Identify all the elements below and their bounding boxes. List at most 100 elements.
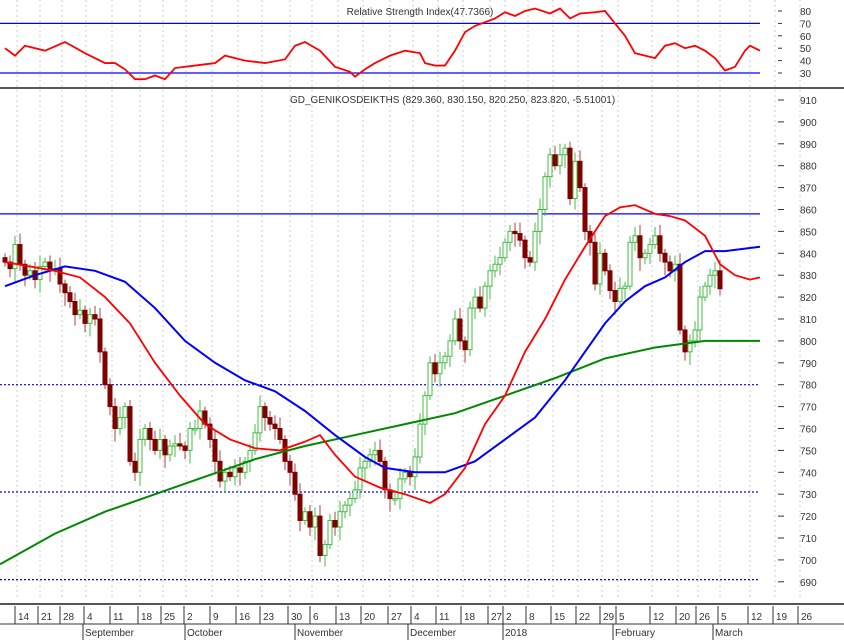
price-tick-label: 870 bbox=[800, 184, 817, 195]
candle-down bbox=[317, 515, 323, 557]
date-tick-label: 27 bbox=[491, 612, 503, 623]
candle-down bbox=[67, 292, 73, 302]
price-axis: 910 900 890 880 870 860 850 840 830 820 810 800 790 7… bbox=[778, 7, 817, 589]
candle-up bbox=[187, 428, 193, 451]
stock-chart: Relative Strength Index(47.7366) GD_GENI… bbox=[0, 0, 844, 640]
date-tick-label: 11 bbox=[439, 612, 450, 623]
date-tick-label: 30 bbox=[291, 612, 303, 623]
candle-up bbox=[542, 176, 548, 210]
date-tick-label: 15 bbox=[554, 612, 566, 623]
price-tick-label: 880 bbox=[800, 162, 817, 173]
candle-down bbox=[637, 235, 643, 259]
date-tick-label: 13 bbox=[339, 612, 351, 623]
date-tick-label: 2 bbox=[187, 612, 193, 623]
candle-up bbox=[257, 406, 263, 434]
price-tick-label: 900 bbox=[800, 118, 817, 129]
price-tick-label: 780 bbox=[800, 381, 817, 392]
price-tick-label: 740 bbox=[800, 468, 817, 479]
candle-down bbox=[377, 449, 383, 462]
candle-down bbox=[82, 309, 88, 324]
candle-up bbox=[537, 209, 543, 232]
rsi-title: Relative Strength Index(47.7366) bbox=[347, 7, 494, 18]
candle-up bbox=[702, 285, 708, 298]
candle-down bbox=[72, 300, 78, 316]
month-label: October bbox=[187, 628, 223, 639]
candle-up bbox=[397, 478, 403, 500]
candle-down bbox=[272, 423, 278, 429]
candle-down bbox=[677, 263, 683, 331]
candle-down bbox=[407, 471, 413, 478]
candle-down bbox=[682, 329, 688, 353]
price-title: GD_GENIKOSDEIKTHS (829.360, 830.150, 820… bbox=[290, 95, 615, 106]
candle-down bbox=[307, 511, 313, 528]
candle-up bbox=[622, 285, 628, 289]
candle-up bbox=[497, 257, 503, 265]
candle-up bbox=[117, 417, 123, 429]
candle-down bbox=[527, 257, 533, 263]
date-tick-label: 22 bbox=[579, 612, 591, 623]
indicator-lines bbox=[0, 7, 761, 566]
candle-up bbox=[77, 309, 83, 316]
price-tick-label: 750 bbox=[800, 446, 817, 457]
candle-down bbox=[667, 261, 673, 272]
price-tick-label: 790 bbox=[800, 359, 817, 370]
candle-up bbox=[442, 355, 448, 364]
price-tick-label: 710 bbox=[800, 534, 817, 545]
candle-up bbox=[597, 252, 603, 285]
candle-up bbox=[617, 287, 623, 302]
rsi-tick-label: 40 bbox=[800, 57, 812, 68]
date-tick-label: 28 bbox=[63, 612, 75, 623]
date-tick-label: 20 bbox=[679, 612, 691, 623]
candle-up bbox=[392, 498, 398, 501]
candle-up bbox=[27, 270, 33, 276]
ma-mid-line bbox=[4, 245, 761, 474]
candle-up bbox=[507, 230, 513, 243]
gridlines bbox=[16, 0, 801, 600]
candle-up bbox=[122, 406, 128, 419]
candle-up bbox=[142, 428, 148, 440]
candle-up bbox=[362, 460, 368, 469]
candle-up bbox=[222, 471, 228, 482]
candle-down bbox=[147, 428, 153, 440]
candle-up bbox=[632, 235, 638, 243]
candle-up bbox=[167, 445, 173, 456]
rsi-tick-label: 60 bbox=[800, 32, 812, 43]
candle-up bbox=[347, 498, 353, 506]
candle-down bbox=[662, 252, 668, 263]
price-tick-label: 890 bbox=[800, 140, 817, 151]
date-tick-label: 18 bbox=[464, 612, 476, 623]
date-tick-label: 5 bbox=[619, 612, 625, 623]
candle-up bbox=[137, 438, 143, 473]
candle-up bbox=[652, 235, 658, 246]
price-tick-label: 850 bbox=[800, 227, 817, 238]
candle-up bbox=[572, 160, 578, 200]
candle-up bbox=[412, 456, 418, 478]
candle-up bbox=[547, 154, 553, 178]
candle-up bbox=[447, 340, 453, 357]
candle-down bbox=[582, 187, 588, 232]
candle-down bbox=[657, 235, 663, 254]
rsi-tick-label: 50 bbox=[800, 44, 812, 55]
candle-down bbox=[267, 417, 273, 425]
candle-down bbox=[237, 467, 243, 473]
candle-up bbox=[192, 428, 198, 431]
candle-up bbox=[487, 270, 493, 287]
price-tick-label: 840 bbox=[800, 249, 817, 260]
candle-down bbox=[97, 318, 103, 353]
candle-down bbox=[107, 384, 113, 408]
candle-down bbox=[517, 233, 523, 241]
date-tick-label: 2 bbox=[506, 612, 512, 623]
candle-up bbox=[647, 244, 653, 254]
date-tick-label: 23 bbox=[263, 612, 275, 623]
candle-down bbox=[567, 147, 573, 200]
candle-down bbox=[432, 362, 438, 375]
date-tick-label: 8 bbox=[529, 612, 535, 623]
candle-down bbox=[212, 438, 218, 462]
candle-up bbox=[402, 471, 408, 480]
candle-up bbox=[707, 274, 713, 287]
candle-down bbox=[177, 443, 183, 447]
price-tick-label: 810 bbox=[800, 315, 817, 326]
candle-up bbox=[87, 314, 93, 324]
date-tick-label: 18 bbox=[141, 612, 153, 623]
candle-down bbox=[332, 519, 338, 528]
